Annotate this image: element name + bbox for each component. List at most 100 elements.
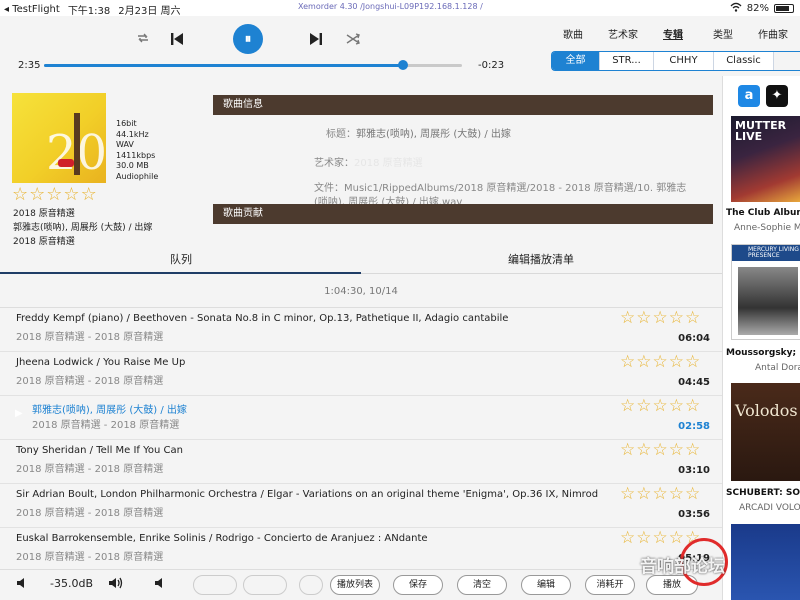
cover-text-club: MUTTER LIVE [735,119,787,143]
star-icon[interactable]: ☆ [12,186,28,204]
tab-2[interactable]: 专辑 [648,26,698,44]
star-icon[interactable]: ☆ [653,442,668,459]
track-album: 2018 原音精選 - 2018 原音精選 [32,420,180,431]
track-rating[interactable]: ☆ ☆ ☆ ☆ ☆ [620,310,700,327]
track-rating[interactable]: ☆ ☆ ☆ ☆ ☆ [620,486,700,503]
album-cover-moussorgsky[interactable]: MERCURY LIVING PRESENCE [731,244,800,340]
star-icon[interactable]: ☆ [620,486,635,503]
repeat-icon[interactable] [136,31,150,48]
toolbar-button-7[interactable]: 消耗开 [585,575,635,595]
star-icon[interactable]: ☆ [620,442,635,459]
star-icon[interactable]: ☆ [81,186,97,204]
track-rating[interactable]: ☆ ☆ ☆ ☆ ☆ [620,442,700,459]
star-icon[interactable]: ☆ [636,486,651,503]
back-chevron-icon: ◂ [4,4,13,15]
filter-1[interactable]: STR... [600,52,654,70]
previous-icon[interactable] [170,32,184,49]
star-icon[interactable]: ☆ [653,398,668,415]
star-icon[interactable]: ☆ [620,398,635,415]
battery-fill [776,6,790,11]
amazon-music-icon[interactable]: a [738,85,760,107]
track-row[interactable]: Freddy Kempf (piano) / Beethoven - Sonat… [0,308,722,352]
album-cover-schubert[interactable]: Volodos [731,383,800,481]
tidal-icon[interactable]: ✦ [766,85,788,107]
toolbar-button-3[interactable]: 播放列表 [330,575,380,595]
queue-summary: 1:04:30, 10/14 [324,286,398,297]
star-icon[interactable]: ☆ [669,486,684,503]
star-icon[interactable]: ☆ [636,398,651,415]
star-icon[interactable]: ☆ [669,442,684,459]
star-icon[interactable]: ☆ [653,354,668,371]
progress-slider[interactable] [44,60,462,70]
title-label: 标题： [326,129,356,140]
star-icon[interactable]: ☆ [636,442,651,459]
star-icon[interactable]: ☆ [685,310,700,327]
shuffle-icon[interactable] [346,32,360,49]
track-album: 2018 原音精選 - 2018 原音精選 [16,376,164,387]
toolbar-button-6[interactable]: 编辑 [521,575,571,595]
star-icon[interactable]: ☆ [653,530,668,547]
star-icon[interactable]: ☆ [620,354,635,371]
album-cover[interactable]: 20 [12,93,106,183]
tab-edit-playlist[interactable]: 编辑播放清单 [508,251,574,267]
track-rating[interactable]: ☆ ☆ ☆ ☆ ☆ [620,354,700,371]
tab-4[interactable]: 作曲家 [748,26,798,44]
star-icon[interactable]: ☆ [685,486,700,503]
track-row[interactable]: Tony Sheridan / Tell Me If You Can 2018 原… [0,440,722,484]
back-to-app-link[interactable]: ◂ TestFlight [4,4,60,15]
star-icon[interactable]: ☆ [669,530,684,547]
filter-0[interactable]: 全部 [552,52,600,70]
star-icon[interactable]: ☆ [63,186,79,204]
pause-button[interactable]: ⏸ [233,24,263,54]
cover-photo [738,267,798,335]
star-icon[interactable]: ☆ [685,442,700,459]
next-icon[interactable] [309,32,323,49]
track-row[interactable]: ▶ 郭雅志(唢呐), 周展彤 (大鼓) / 出嫁 2018 原音精選 - 2018 … [0,396,722,440]
star-icon[interactable]: ☆ [636,310,651,327]
star-icon[interactable]: ☆ [685,398,700,415]
star-icon[interactable]: ☆ [669,354,684,371]
toolbar-button-0[interactable] [193,575,237,595]
tab-1[interactable]: 艺术家 [598,26,648,44]
star-icon[interactable]: ☆ [620,310,635,327]
battery-icon [774,4,794,13]
album-cover-club[interactable]: MUTTER LIVE [731,116,800,202]
star-icon[interactable]: ☆ [46,186,62,204]
star-icon[interactable]: ☆ [669,398,684,415]
track-album: 2018 原音精選 - 2018 原音精選 [16,464,164,475]
filter-3[interactable]: Classic [714,52,774,70]
song-info-header[interactable]: 歌曲信息 [213,95,713,115]
track-title: 郭雅志(唢呐), 周展彤 (大鼓) / 出嫁 [32,405,187,416]
volume-up-icon[interactable] [108,576,124,594]
album-cover-4[interactable] [731,524,800,600]
star-icon[interactable]: ☆ [685,354,700,371]
toolbar-button-1[interactable] [243,575,287,595]
star-icon[interactable]: ☆ [669,310,684,327]
song-contrib-header[interactable]: 歌曲贡献 [213,204,713,224]
progress-knob[interactable] [398,60,409,70]
track-row[interactable]: Jheena Lodwick / You Raise Me Up 2018 原音精… [0,352,722,396]
toolbar-button-5[interactable]: 清空 [457,575,507,595]
tab-3[interactable]: 类型 [698,26,748,44]
track-row[interactable]: Sir Adrian Boult, London Philharmonic Or… [0,484,722,528]
track-row[interactable]: Euskal Barrokensemble, Enrike Solinis / … [0,528,722,572]
star-icon[interactable]: ☆ [636,354,651,371]
queue-tabs: 队列 编辑播放清单 [0,246,722,274]
star-icon[interactable]: ☆ [620,530,635,547]
album-name: 2018 原音精選 [13,209,75,219]
star-icon[interactable]: ☆ [29,186,45,204]
volume-down-icon[interactable] [16,576,30,594]
cover-text-moussorgsky: MERCURY LIVING PRESENCE [732,245,800,261]
track-rating[interactable]: ☆ ☆ ☆ ☆ ☆ [620,398,700,415]
star-icon[interactable]: ☆ [636,530,651,547]
star-icon[interactable]: ☆ [653,486,668,503]
filter-2[interactable]: CHHY [654,52,714,70]
toolbar-button-2[interactable] [299,575,323,595]
mute-icon[interactable] [154,576,168,594]
artist-label: 艺术家： [314,158,354,169]
tab-queue[interactable]: 队列 [170,251,192,267]
toolbar-button-4[interactable]: 保存 [393,575,443,595]
tab-0[interactable]: 歌曲 [548,26,598,44]
album-rating[interactable]: ☆ ☆ ☆ ☆ ☆ [12,186,97,204]
star-icon[interactable]: ☆ [653,310,668,327]
